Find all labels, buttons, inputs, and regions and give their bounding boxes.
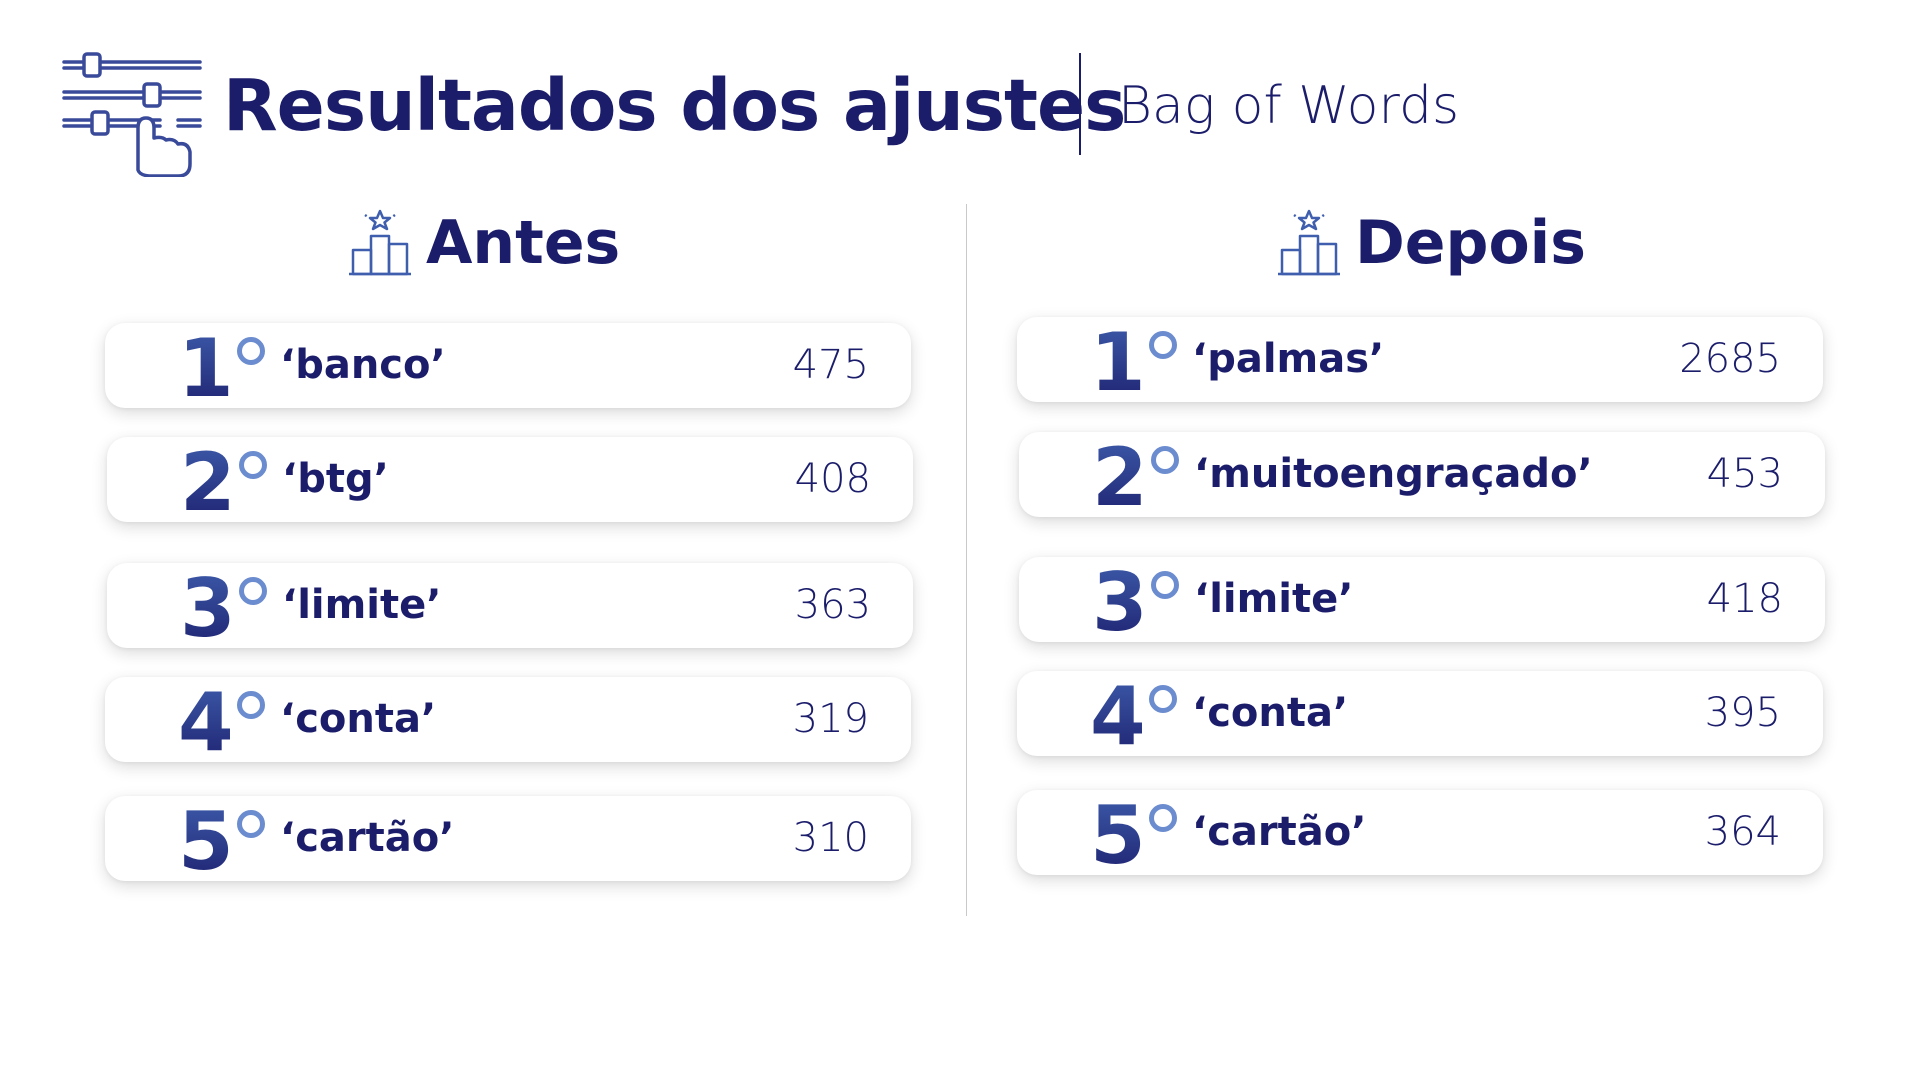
rank-number: 2	[180, 433, 236, 533]
ordinal-degree-mark	[238, 451, 267, 479]
ordinal-degree-mark	[238, 577, 267, 605]
before-row-3: 3 ‘limite’ 363	[107, 562, 913, 655]
rank-number: 3	[180, 559, 236, 659]
title-divider	[1079, 53, 1081, 155]
rank-badge: 1	[178, 322, 265, 415]
ordinal-degree-mark	[236, 810, 265, 838]
word-label: ‘limite’	[1194, 576, 1354, 622]
before-title: Antes	[426, 208, 621, 278]
word-label: ‘muitoengraçado’	[1194, 451, 1593, 497]
word-count: 418	[1706, 576, 1783, 622]
word-count: 2685	[1679, 336, 1781, 382]
ordinal-degree-mark	[1148, 804, 1177, 832]
before-row-5: 5 ‘cartão’ 310	[105, 795, 911, 888]
page-title: Resultados dos ajustes	[223, 64, 1126, 147]
before-row-1: 1 ‘banco’ 475	[105, 322, 911, 415]
rank-badge: 3	[180, 562, 267, 655]
page-subtitle: Bag of Words	[1118, 76, 1460, 136]
ordinal-degree-mark	[1150, 446, 1179, 474]
rank-badge: 4	[1090, 670, 1177, 763]
word-count: 364	[1704, 809, 1781, 855]
rank-number: 1	[1090, 313, 1146, 413]
word-label: ‘palmas’	[1192, 336, 1385, 382]
word-count: 319	[792, 696, 869, 742]
word-count: 310	[792, 815, 869, 861]
word-label: ‘conta’	[280, 696, 437, 742]
ordinal-degree-mark	[1148, 685, 1177, 713]
column-divider	[966, 204, 967, 916]
word-label: ‘cartão’	[1192, 809, 1367, 855]
rank-number: 5	[178, 792, 234, 892]
after-row-1: 1 ‘palmas’ 2685	[1017, 316, 1823, 409]
after-row-2: 2 ‘muitoengraçado’ 453	[1019, 431, 1825, 524]
word-count: 363	[794, 582, 871, 628]
sliders-hand-icon	[62, 52, 202, 177]
rank-badge: 4	[178, 676, 265, 769]
rank-badge: 2	[180, 436, 267, 529]
before-row-2: 2 ‘btg’ 408	[107, 436, 913, 529]
rank-number: 3	[1092, 553, 1148, 653]
after-row-3: 3 ‘limite’ 418	[1019, 556, 1825, 649]
before-row-4: 4 ‘conta’ 319	[105, 676, 911, 769]
rank-badge: 5	[1090, 789, 1177, 882]
rank-number: 2	[1092, 428, 1148, 528]
word-label: ‘limite’	[282, 582, 442, 628]
word-count: 395	[1704, 690, 1781, 736]
word-label: ‘banco’	[280, 342, 446, 388]
after-row-4: 4 ‘conta’ 395	[1017, 670, 1823, 763]
word-label: ‘cartão’	[280, 815, 455, 861]
ordinal-degree-mark	[236, 691, 265, 719]
rank-number: 4	[1090, 667, 1146, 767]
word-label: ‘btg’	[282, 456, 389, 502]
podium-star-icon	[349, 209, 411, 276]
word-count: 453	[1706, 451, 1783, 497]
rank-badge: 3	[1092, 556, 1179, 649]
ordinal-degree-mark	[236, 337, 265, 365]
after-row-5: 5 ‘cartão’ 364	[1017, 789, 1823, 882]
after-title: Depois	[1355, 208, 1586, 278]
word-count: 408	[794, 456, 871, 502]
rank-number: 1	[178, 319, 234, 419]
after-heading: Depois	[1276, 198, 1586, 288]
rank-badge: 2	[1092, 431, 1179, 524]
word-label: ‘conta’	[1192, 690, 1349, 736]
ordinal-degree-mark	[1150, 571, 1179, 599]
rank-badge: 5	[178, 795, 265, 888]
word-count: 475	[792, 342, 869, 388]
ordinal-degree-mark	[1148, 331, 1177, 359]
rank-badge: 1	[1090, 316, 1177, 409]
before-heading: Antes	[347, 198, 620, 288]
rank-number: 4	[178, 673, 234, 773]
podium-star-icon	[1278, 209, 1340, 276]
rank-number: 5	[1090, 786, 1146, 886]
